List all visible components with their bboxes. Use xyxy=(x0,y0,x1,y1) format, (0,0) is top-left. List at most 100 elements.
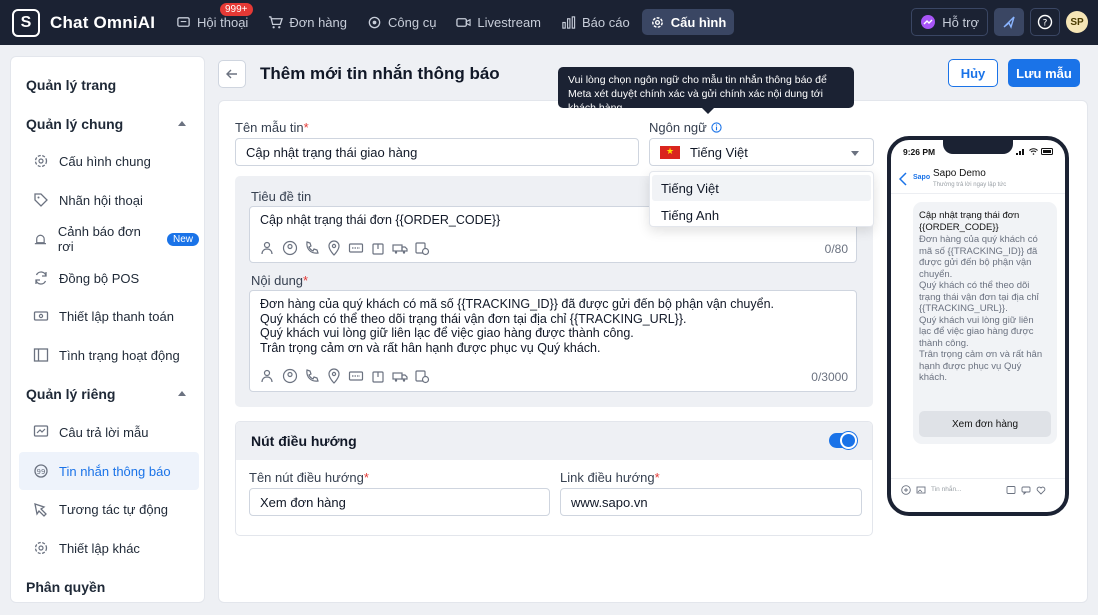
content-textarea[interactable]: Đơn hàng của quý khách có mã số {{TRACKI… xyxy=(249,290,857,392)
collapse-caret-icon[interactable] xyxy=(178,391,186,396)
user-avatar[interactable]: SP xyxy=(1066,11,1088,33)
delivery-time-icon[interactable] xyxy=(414,240,430,256)
button-link-input[interactable]: www.sapo.vn xyxy=(560,488,862,516)
support-button[interactable]: Hỗ trợ xyxy=(911,8,988,36)
nav-orders[interactable]: Đơn hàng xyxy=(260,9,355,35)
order-code-icon[interactable] xyxy=(348,240,364,256)
button-name-label: Tên nút điều hướng* xyxy=(249,470,369,485)
sidebar-section-private[interactable]: Quản lý riêng xyxy=(26,386,115,402)
vietnam-flag-icon xyxy=(660,145,680,159)
phone-icon[interactable] xyxy=(304,240,320,256)
user-circle-icon[interactable] xyxy=(282,368,298,384)
user-add-icon[interactable] xyxy=(260,240,276,256)
nav-reports[interactable]: Báo cáo xyxy=(553,9,638,35)
chat-icon xyxy=(177,16,190,27)
nav-label: Báo cáo xyxy=(582,14,630,30)
truck-icon[interactable] xyxy=(392,240,408,256)
order-code-icon[interactable] xyxy=(348,368,364,384)
button-name-input[interactable]: Xem đơn hàng xyxy=(249,488,550,516)
sidebar-item-label: Tin nhắn thông báo xyxy=(59,463,171,479)
phone-preview: 9:26 PM Sapo Sapo Demo Thường trả lời ng… xyxy=(887,136,1069,516)
tools-icon xyxy=(368,16,381,28)
sidebar-item-notification-messages[interactable]: 99 Tin nhắn thông báo xyxy=(19,452,199,490)
language-select[interactable]: Tiếng Việt xyxy=(649,138,874,166)
language-dropdown: Tiếng Việt Tiếng Anh xyxy=(649,171,874,227)
user-add-icon[interactable] xyxy=(260,368,276,384)
template-name-label: Tên mẫu tin* xyxy=(235,120,309,135)
navigation-button-toggle[interactable] xyxy=(829,432,857,449)
ai-magic-button[interactable] xyxy=(994,8,1024,36)
sidebar-item-pos-sync[interactable]: Đồng bộ POS xyxy=(19,259,199,297)
sidebar-item-label: Thiết lập khác xyxy=(59,540,140,556)
sidebar-section-permissions[interactable]: Phân quyền xyxy=(26,579,105,595)
page-logo: Sapo xyxy=(913,174,931,181)
payment-icon xyxy=(33,311,49,321)
image-icon[interactable] xyxy=(916,485,926,495)
settings-sidebar: Quản lý trang Quản lý chung Cấu hình chu… xyxy=(10,56,205,603)
info-icon[interactable] xyxy=(711,122,722,133)
language-option-vietnamese[interactable]: Tiếng Việt xyxy=(652,175,871,201)
sidebar-item-auto-interaction[interactable]: Tương tác tự động xyxy=(19,490,199,528)
sticker-icon[interactable] xyxy=(1021,485,1031,495)
content-text: Đơn hàng của quý khách có mã số {{TRACKI… xyxy=(260,297,774,355)
chat-composer: Tin nhắn... xyxy=(891,478,1065,500)
sidebar-item-label: Tình trạng hoạt động xyxy=(59,347,180,363)
location-icon[interactable] xyxy=(326,368,342,384)
user-circle-icon[interactable] xyxy=(282,240,298,256)
sidebar-item-activity-status[interactable]: Tình trạng hoạt động xyxy=(19,336,199,374)
nav-livestream[interactable]: Livestream xyxy=(448,9,549,35)
back-button[interactable] xyxy=(218,60,246,88)
sidebar-section-page[interactable]: Quản lý trang xyxy=(26,77,116,93)
language-option-english[interactable]: Tiếng Anh xyxy=(652,202,871,228)
chevron-left-icon[interactable] xyxy=(899,172,907,186)
sidebar-item-conversation-tags[interactable]: Nhãn hội thoại xyxy=(19,181,199,219)
cart-icon xyxy=(269,15,284,28)
subject-label: Tiêu đề tin xyxy=(251,189,312,204)
sidebar-section-general[interactable]: Quản lý chung xyxy=(26,116,123,132)
sidebar-item-general-config[interactable]: Cấu hình chung xyxy=(19,142,199,180)
nav-settings[interactable]: Cấu hình xyxy=(641,9,735,35)
sidebar-item-other-settings[interactable]: Thiết lập khác xyxy=(19,529,199,567)
bar-chart-icon xyxy=(562,15,576,29)
location-icon[interactable] xyxy=(326,240,342,256)
chat-header: Sapo Sapo Demo Thường trả lời ngay lập t… xyxy=(891,164,1065,194)
cancel-button[interactable]: Hủy xyxy=(948,59,998,87)
unread-count-badge: 999+ xyxy=(220,3,253,16)
nav-label: Livestream xyxy=(477,14,541,30)
bubble-cta-button[interactable]: Xem đơn hàng xyxy=(919,411,1051,437)
save-template-button[interactable]: Lưu mẫu xyxy=(1008,59,1080,87)
nav-tools[interactable]: Công cụ xyxy=(359,9,444,35)
page-title: Thêm mới tin nhắn thông báo xyxy=(260,64,500,83)
collapse-caret-icon[interactable] xyxy=(178,121,186,126)
gear-icon xyxy=(651,16,663,28)
sidebar-item-reply-templates[interactable]: Câu trả lời mẫu xyxy=(19,413,199,451)
variable-toolbar xyxy=(260,240,430,256)
sidebar-item-dropped-order-alert[interactable]: Cảnh báo đơn rơi New xyxy=(19,220,199,258)
package-icon[interactable] xyxy=(370,368,386,384)
language-label: Ngôn ngữ xyxy=(649,120,722,135)
main-nav: Hội thoại 999+ Đơn hàng Công cụ Livestre… xyxy=(168,3,735,35)
phone-time: 9:26 PM xyxy=(903,147,936,157)
package-icon[interactable] xyxy=(370,240,386,256)
truck-icon[interactable] xyxy=(392,368,408,384)
sidebar-item-label: Cảnh báo đơn rơi xyxy=(57,224,141,254)
help-button[interactable]: ? xyxy=(1030,8,1060,36)
nav-label: Đơn hàng xyxy=(289,14,347,30)
delivery-time-icon[interactable] xyxy=(414,368,430,384)
new-badge: New xyxy=(166,232,199,246)
bubble-title: Cập nhật trạng thái đơn {{ORDER_CODE}} xyxy=(919,210,1020,233)
template-name-input[interactable]: Cập nhật trạng thái giao hàng xyxy=(235,138,639,166)
app-logo[interactable]: S xyxy=(12,9,40,37)
emoji-icon[interactable] xyxy=(1006,485,1016,495)
language-tooltip: Vui lòng chọn ngôn ngữ cho mẫu tin nhắn … xyxy=(558,67,854,114)
phone-icon[interactable] xyxy=(304,368,320,384)
plus-circle-icon[interactable] xyxy=(901,484,911,495)
composer-input[interactable]: Tin nhắn... xyxy=(931,486,1001,493)
svg-text:99: 99 xyxy=(37,468,46,476)
help-icon: ? xyxy=(1037,14,1053,30)
nav-conversations[interactable]: Hội thoại 999+ xyxy=(168,3,256,35)
page-name: Sapo Demo xyxy=(933,168,986,179)
chevron-down-icon xyxy=(851,151,859,156)
sidebar-item-payment-setup[interactable]: Thiết lập thanh toán xyxy=(19,297,199,335)
heart-icon[interactable] xyxy=(1036,485,1046,495)
